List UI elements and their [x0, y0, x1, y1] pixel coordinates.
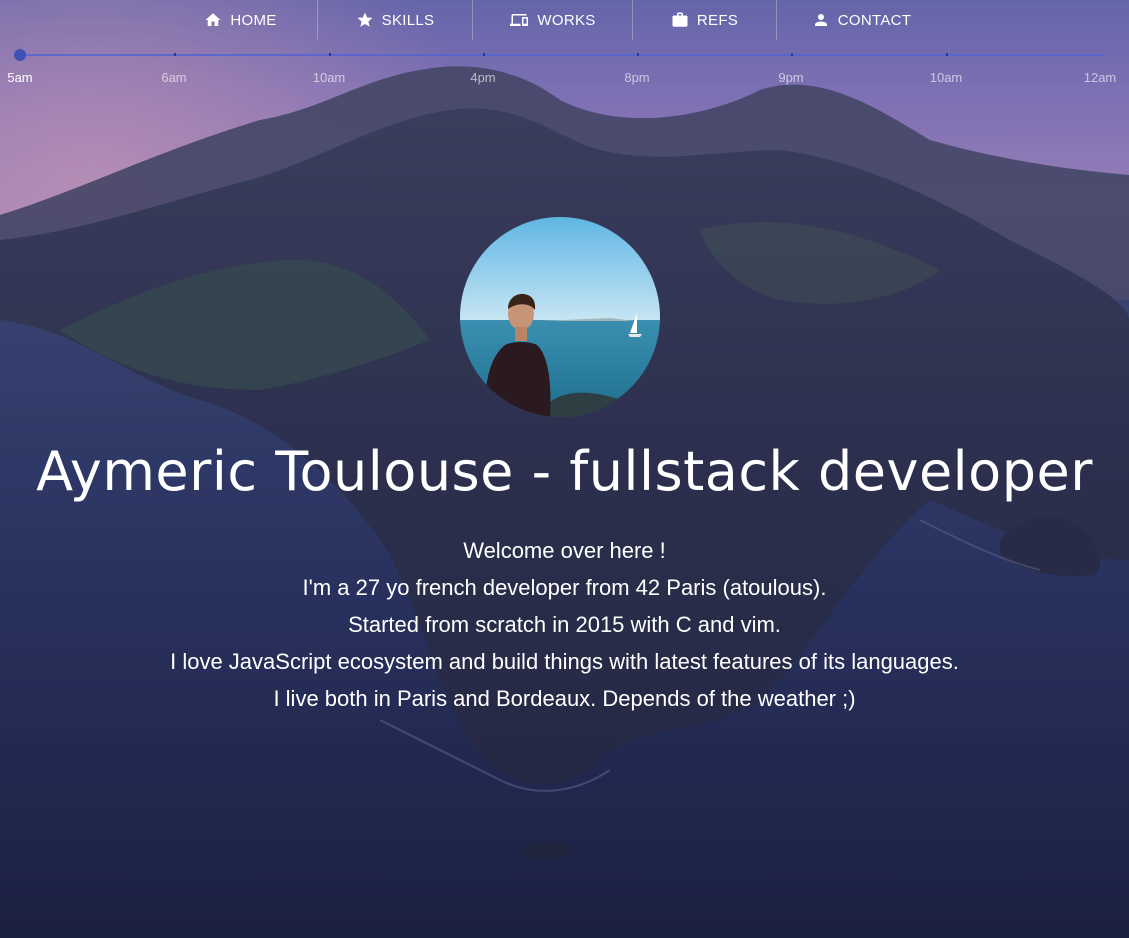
slider-tick: [946, 53, 948, 56]
slider-tick: [174, 53, 176, 56]
nav-contact[interactable]: CONTACT: [776, 0, 946, 40]
page-title: Aymeric Toulouse - fullstack developer: [36, 440, 1093, 503]
person-icon: [812, 11, 830, 29]
slider-tick: [329, 53, 331, 56]
slider-label-12am[interactable]: 12am: [1084, 70, 1117, 85]
slider-label-5am[interactable]: 5am: [7, 70, 32, 85]
slider-label-10am[interactable]: 10am: [313, 70, 346, 85]
slider-thumb[interactable]: [14, 49, 26, 61]
intro-line: I love JavaScript ecosystem and build th…: [170, 649, 959, 674]
nav-works-label: WORKS: [537, 11, 596, 29]
intro-line: Welcome over here !: [463, 538, 666, 563]
slider-tick: [791, 53, 793, 56]
time-slider[interactable]: 5am 6am 10am 4pm 8pm 9pm 10am 12am: [0, 40, 1129, 90]
slider-label-6am[interactable]: 6am: [161, 70, 186, 85]
slider-tick: [483, 53, 485, 56]
intro-line: I'm a 27 yo french developer from 42 Par…: [302, 575, 827, 600]
star-icon: [356, 11, 374, 29]
intro-line: Started from scratch in 2015 with C and …: [348, 612, 781, 637]
nav-works[interactable]: WORKS: [472, 0, 632, 40]
slider-label-10am-night[interactable]: 10am: [930, 70, 963, 85]
avatar: [460, 217, 660, 417]
slider-tick: [637, 53, 639, 56]
briefcase-icon: [671, 11, 689, 29]
devices-icon: [509, 11, 529, 29]
home-icon: [204, 11, 222, 29]
intro-text: Welcome over here ! I'm a 27 yo french d…: [0, 532, 1129, 717]
nav-skills[interactable]: SKILLS: [317, 0, 472, 40]
slider-label-8pm[interactable]: 8pm: [624, 70, 649, 85]
nav-home[interactable]: HOME: [164, 0, 317, 40]
intro-line: I live both in Paris and Bordeaux. Depen…: [273, 686, 856, 711]
nav-refs[interactable]: REFS: [632, 0, 776, 40]
nav-contact-label: CONTACT: [837, 11, 912, 29]
main-nav: HOME SKILLS WORKS REFS CONTACT: [164, 0, 946, 40]
slider-label-9pm[interactable]: 9pm: [778, 70, 803, 85]
nav-skills-label: SKILLS: [381, 11, 435, 29]
slider-track[interactable]: [20, 54, 1103, 56]
nav-refs-label: REFS: [696, 11, 739, 29]
nav-home-label: HOME: [230, 11, 277, 29]
slider-label-4pm[interactable]: 4pm: [470, 70, 495, 85]
